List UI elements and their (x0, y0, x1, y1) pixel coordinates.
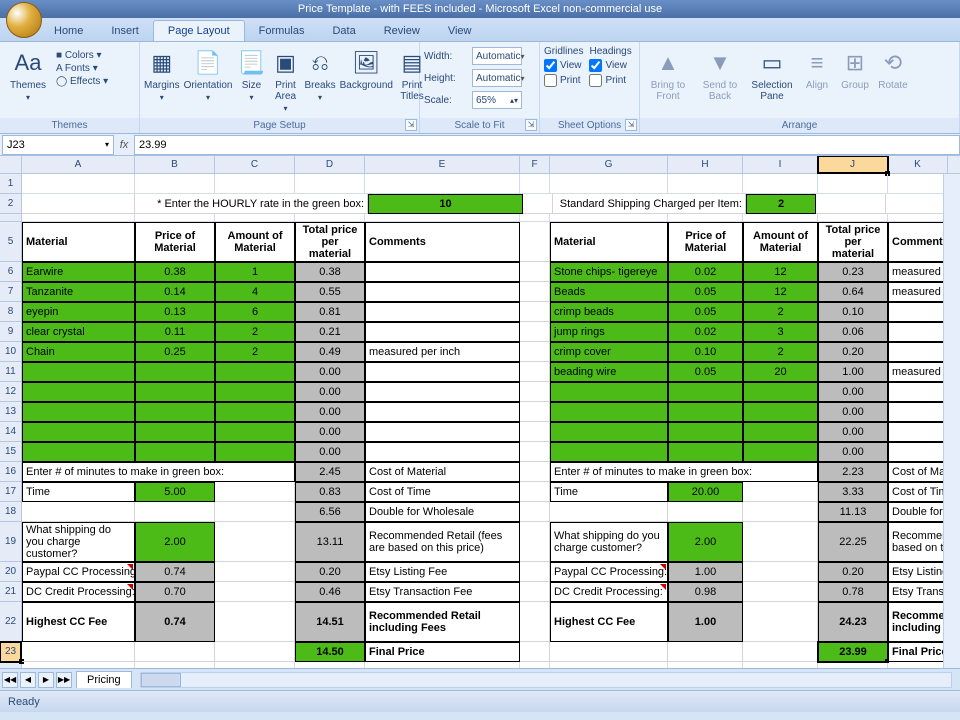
pagesetup-launcher[interactable]: ⇲ (405, 119, 417, 131)
gridlines-label: Gridlines (544, 46, 583, 57)
group-pagesetup-label: Page Setup (140, 118, 419, 133)
status-bar: Ready (0, 690, 960, 712)
tab-nav-last[interactable]: ▶▶ (56, 672, 72, 688)
themes-button[interactable]: AaThemes▾ (4, 46, 52, 116)
grid: ABCDEFGHIJK 1256789101112131415161718192… (0, 156, 960, 668)
theme-effects[interactable]: ◯ Effects ▾ (56, 76, 108, 87)
formula-bar: J23▾ fx 23.99 (0, 134, 960, 156)
margins-button[interactable]: ▦Margins▾ (144, 46, 180, 116)
theme-fonts[interactable]: A Fonts ▾ (56, 63, 108, 74)
align-button[interactable]: ≡Align (800, 46, 834, 116)
group-arrange-label: Arrange (640, 118, 959, 133)
cells-area[interactable]: * Enter the HOURLY rate in the green box… (22, 174, 960, 668)
rotate-button[interactable]: ⟲Rotate (876, 46, 910, 116)
tab-page-layout[interactable]: Page Layout (153, 20, 245, 41)
scale-launcher[interactable]: ⇲ (525, 119, 537, 131)
theme-colors[interactable]: ■ Colors ▾ (56, 50, 108, 61)
headings-view[interactable]: View (589, 59, 631, 72)
office-button[interactable] (6, 2, 42, 38)
tab-data[interactable]: Data (318, 21, 369, 41)
fx-icon[interactable]: fx (114, 139, 134, 151)
selection-pane-button[interactable]: ▭Selection Pane (748, 46, 796, 116)
print-area-button[interactable]: ▣Print Area▾ (271, 46, 301, 116)
active-cell: 23.99 (818, 642, 888, 662)
scale-width[interactable]: Automatic (472, 47, 522, 65)
size-button[interactable]: 📃Size▾ (237, 46, 267, 116)
bring-front-button[interactable]: ▲Bring to Front (644, 46, 692, 116)
ribbon-tabs: Home Insert Page Layout Formulas Data Re… (0, 18, 960, 42)
gridlines-view[interactable]: View (544, 59, 583, 72)
ribbon: AaThemes▾ ■ Colors ▾ A Fonts ▾ ◯ Effects… (0, 42, 960, 134)
sheet-tab-bar: ◀◀ ◀ ▶ ▶▶ Pricing (0, 668, 960, 690)
sheet-tab-pricing[interactable]: Pricing (76, 671, 132, 688)
headings-label: Headings (589, 46, 631, 57)
breaks-button[interactable]: ⎌Breaks▾ (305, 46, 336, 116)
tab-home[interactable]: Home (40, 21, 97, 41)
group-button[interactable]: ⊞Group (838, 46, 872, 116)
tab-nav-next[interactable]: ▶ (38, 672, 54, 688)
headings-print[interactable]: Print (589, 74, 631, 87)
formula-input[interactable]: 23.99 (134, 135, 960, 155)
group-scale-label: Scale to Fit (420, 118, 539, 133)
tab-nav-first[interactable]: ◀◀ (2, 672, 18, 688)
horizontal-scrollbar[interactable] (140, 672, 952, 688)
tab-view[interactable]: View (434, 21, 486, 41)
sheet-launcher[interactable]: ⇲ (625, 119, 637, 131)
scale-height[interactable]: Automatic (472, 69, 522, 87)
tab-formulas[interactable]: Formulas (245, 21, 319, 41)
title-bar: Price Template - with FEES included - Mi… (0, 0, 960, 18)
background-button[interactable]: 🖼Background (340, 46, 393, 116)
row-headers[interactable]: 1256789101112131415161718192021222325 (0, 174, 22, 668)
tab-insert[interactable]: Insert (97, 21, 153, 41)
orientation-button[interactable]: 📄Orientation▾ (184, 46, 233, 116)
select-all-corner[interactable] (0, 156, 22, 174)
vertical-scrollbar[interactable] (943, 174, 960, 668)
column-headers[interactable]: ABCDEFGHIJK (22, 156, 960, 174)
gridlines-print[interactable]: Print (544, 74, 583, 87)
name-box[interactable]: J23▾ (2, 135, 114, 155)
scale-pct[interactable]: 65%▴▾ (472, 91, 522, 109)
group-themes-label: Themes (0, 118, 139, 133)
tab-nav-prev[interactable]: ◀ (20, 672, 36, 688)
tab-review[interactable]: Review (370, 21, 434, 41)
send-back-button[interactable]: ▼Send to Back (696, 46, 744, 116)
